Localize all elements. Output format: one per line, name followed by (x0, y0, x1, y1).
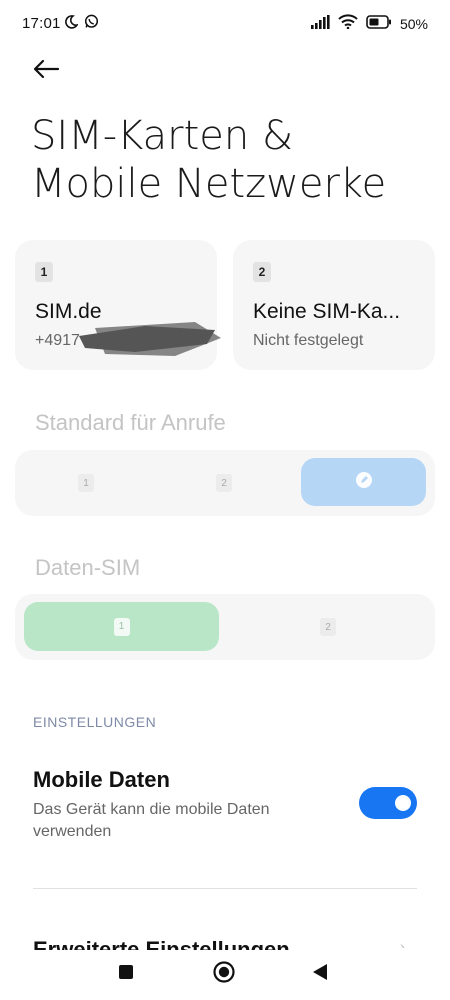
sim-status: Nicht festgelegt (253, 332, 364, 349)
edit-pencil-icon (355, 471, 373, 494)
status-bar: 17:01 50% (0, 0, 450, 46)
divider (33, 888, 417, 889)
sim-number: +4917 (35, 332, 80, 349)
mobile-data-toggle[interactable] (359, 787, 417, 819)
whatsapp-icon (84, 14, 99, 33)
calls-sim-selector: 1 2 (15, 450, 435, 516)
moon-icon (64, 14, 79, 33)
wifi-icon (338, 14, 358, 33)
battery-icon (366, 14, 392, 33)
chevron-right-icon: › (400, 938, 405, 948)
system-nav-bar (0, 955, 450, 1000)
arrow-left-icon (32, 59, 60, 84)
status-time: 17:01 (22, 15, 61, 32)
toggle-knob (395, 795, 411, 811)
data-sim-selector: 1 2 (15, 594, 435, 660)
mobile-data-title: Mobile Daten (33, 767, 170, 792)
home-circle-icon[interactable] (213, 961, 235, 988)
page-title: SIM-Karten & Mobile Netzwerke (31, 113, 387, 207)
sim-name: Keine SIM-Ka... (253, 300, 401, 323)
settings-section-header: EINSTELLUNGEN (33, 714, 157, 730)
sim-slot-badge: 2 (253, 262, 271, 282)
calls-option-ask[interactable] (301, 458, 426, 506)
sim-card-2[interactable]: 2 Keine SIM-Ka... Nicht festgelegt (233, 240, 435, 370)
back-button[interactable] (28, 56, 64, 86)
data-option-sim1[interactable]: 1 (24, 602, 219, 651)
sim-card-1[interactable]: 1 SIM.de +4917 (15, 240, 221, 370)
calls-default-label: Standard für Anrufe (35, 410, 226, 435)
data-option-sim1-label: 1 (113, 617, 130, 636)
back-triangle-icon[interactable] (311, 963, 329, 986)
recents-square-icon[interactable] (118, 964, 134, 985)
calls-option-sim1[interactable]: 1 (78, 474, 94, 492)
advanced-settings-item[interactable]: Erweiterte Einstellungen (33, 936, 290, 950)
calls-option-sim2[interactable]: 2 (216, 474, 232, 492)
signal-icon (310, 14, 330, 33)
data-sim-label: Daten-SIM (35, 555, 141, 580)
mobile-data-description: Das Gerät kann die mobile Daten verwende… (33, 801, 270, 840)
battery-percent: 50% (399, 15, 428, 32)
redaction-scribble (79, 322, 221, 356)
sim-slot-badge: 1 (35, 262, 53, 282)
data-option-sim2[interactable]: 2 (320, 618, 336, 636)
